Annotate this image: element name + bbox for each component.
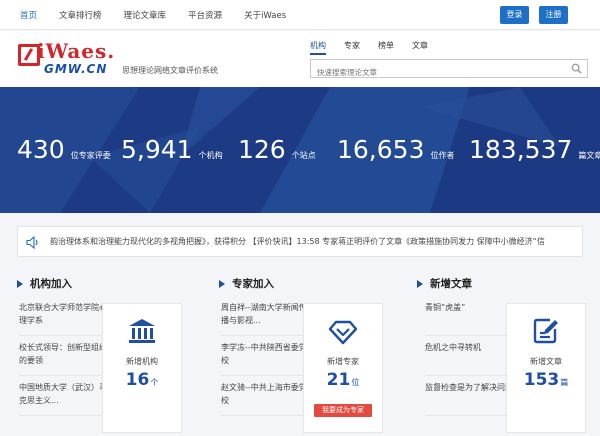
tab-experts[interactable]: 专家 xyxy=(344,40,360,55)
list-item[interactable]: 校长式领导：创新型组织的要领 xyxy=(19,336,107,376)
building-icon xyxy=(129,319,155,343)
section-arrow-icon xyxy=(17,279,23,288)
stat-experts: 430 位专家评委 xyxy=(17,135,111,164)
stat-articles-unit: 篇文章 xyxy=(578,151,600,160)
nav-about[interactable]: 关于iWaes xyxy=(244,9,286,21)
stat-articles-value: 183,537 xyxy=(469,135,573,164)
institutions-list: 北京联合大学师范学院心理学系 校长式领导：创新型组织的要领 中国地质大学（武汉）… xyxy=(19,296,107,416)
stat-authors-value: 16,653 xyxy=(337,135,425,164)
card-count: 153篇 xyxy=(523,370,569,390)
list-item[interactable]: 北京联合大学师范学院心理学系 xyxy=(19,296,107,336)
search-box xyxy=(310,59,588,81)
tab-rankings[interactable]: 榜单 xyxy=(378,40,394,55)
card-count: 21位 xyxy=(326,370,360,390)
stat-institutions-value: 5,941 xyxy=(121,135,193,164)
become-expert-button[interactable]: 我要成为专家 xyxy=(314,404,372,417)
stats-banner: 430 位专家评委 5,941 个机构 126 个站点 16,653 位作者 1… xyxy=(0,87,600,213)
logo-domain: GMW.CN xyxy=(44,62,108,76)
search-icon[interactable] xyxy=(571,63,582,74)
logo-name[interactable]: iWaes. xyxy=(37,39,115,63)
tab-institutions[interactable]: 机构 xyxy=(310,40,326,55)
section-title-articles: 新增文章 xyxy=(417,276,472,291)
stat-authors-unit: 位作者 xyxy=(430,151,455,160)
section-arrow-icon xyxy=(219,279,225,288)
ticker-text[interactable]: 韵治理体系和治理能力现代化的多视角把握》，获得积分 【评价快讯】13:58 专家… xyxy=(50,236,545,247)
site-slogan: 思想理论网络文章评价系统 xyxy=(122,66,218,75)
new-experts-card[interactable]: 新增专家 21位 我要成为专家 xyxy=(303,303,383,433)
list-item[interactable]: 李学冻--中共陕西省委党校 xyxy=(221,336,309,376)
register-button[interactable]: 注册 xyxy=(539,6,568,24)
card-label: 新增机构 xyxy=(126,357,158,366)
section-title-institutions: 机构加入 xyxy=(17,276,72,291)
stat-experts-value: 430 xyxy=(17,135,65,164)
nav-article-ranking[interactable]: 文章排行榜 xyxy=(59,9,102,21)
articles-list: 青铜“虎盖” 危机之中寻转机 监督检查是为了解决问题 xyxy=(425,296,513,416)
stat-institutions: 5,941 个机构 xyxy=(121,135,223,164)
new-institutions-card[interactable]: 新增机构 16个 xyxy=(102,303,182,433)
site-header: iWaes. GMW.CN 思想理论网络文章评价系统 机构 专家 榜单 文章 xyxy=(0,31,600,87)
section-arrow-icon xyxy=(417,279,423,288)
diamond-badge-icon xyxy=(328,320,358,345)
list-item[interactable]: 青铜“虎盖” xyxy=(425,296,513,336)
list-item[interactable]: 赵文骑--中共上海市委党校 xyxy=(221,376,309,416)
edit-document-icon xyxy=(533,318,558,344)
nav-theory-library[interactable]: 理论文章库 xyxy=(124,9,167,21)
card-label: 新增专家 xyxy=(327,357,359,366)
stat-sites-unit: 个站点 xyxy=(291,151,316,160)
section-title-experts: 专家加入 xyxy=(219,276,274,291)
tab-articles[interactable]: 文章 xyxy=(412,40,428,55)
news-ticker: 韵治理体系和治理能力现代化的多视角把握》，获得积分 【评价快讯】13:58 专家… xyxy=(17,226,583,257)
search-input[interactable] xyxy=(311,64,561,81)
top-navbar: 首页 文章排行榜 理论文章库 平台资源 关于iWaes 登录 注册 xyxy=(0,0,600,30)
new-articles-card[interactable]: 新增文章 153篇 xyxy=(506,303,586,433)
nav-home[interactable]: 首页 xyxy=(20,9,37,21)
card-label: 新增文章 xyxy=(530,357,562,366)
stat-authors: 16,653 位作者 xyxy=(337,135,454,164)
nav-platform-resources[interactable]: 平台资源 xyxy=(188,9,222,21)
list-item[interactable]: 危机之中寻转机 xyxy=(425,336,513,376)
card-count: 16个 xyxy=(125,370,159,390)
experts-list: 周自祥--湖南大学新闻传播与影视... 李学冻--中共陕西省委党校 赵文骑--中… xyxy=(221,296,309,416)
speaker-icon xyxy=(26,236,38,249)
stat-institutions-unit: 个机构 xyxy=(198,151,223,160)
list-item[interactable]: 监督检查是为了解决问题 xyxy=(425,376,513,416)
list-item[interactable]: 中国地质大学（武汉）马克思主义... xyxy=(19,376,107,416)
stat-experts-unit: 位专家评委 xyxy=(70,151,111,160)
stat-articles: 183,537 篇文章 xyxy=(469,135,600,164)
list-item[interactable]: 周自祥--湖南大学新闻传播与影视... xyxy=(221,296,309,336)
search-tabs: 机构 专家 榜单 文章 xyxy=(310,40,446,55)
stat-sites: 126 个站点 xyxy=(238,135,316,164)
login-button[interactable]: 登录 xyxy=(500,6,529,24)
stat-sites-value: 126 xyxy=(238,135,286,164)
main-nav: 首页 文章排行榜 理论文章库 平台资源 关于iWaes xyxy=(20,0,308,30)
